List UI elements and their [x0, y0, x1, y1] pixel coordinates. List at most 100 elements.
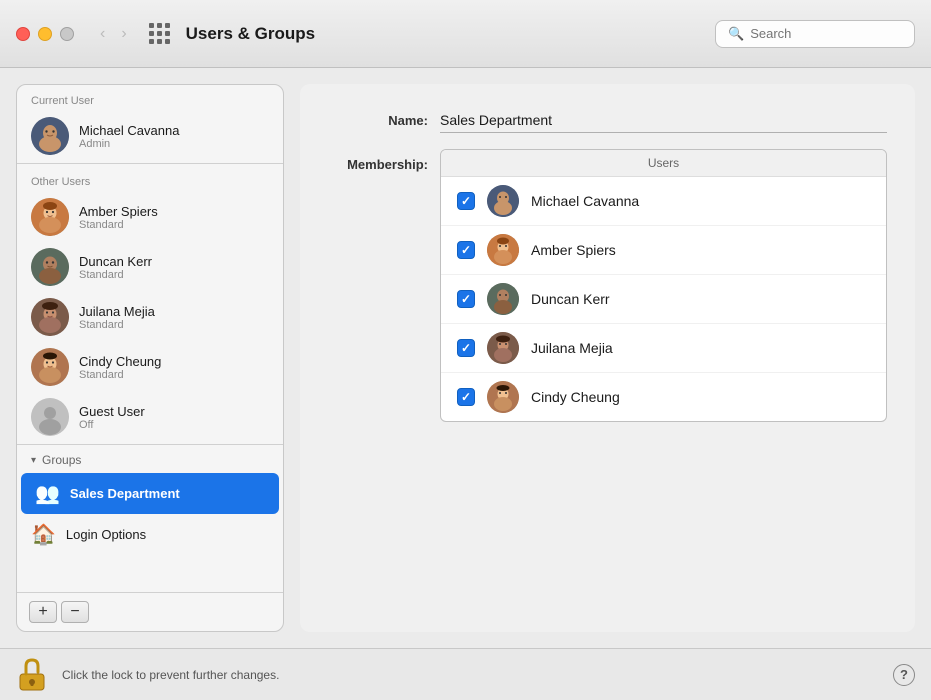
name-label: Name: [328, 113, 428, 128]
avatar-michael [31, 117, 69, 155]
member-checkbox-duncan[interactable]: ✓ [457, 290, 475, 308]
guest-name: Guest User [79, 404, 145, 419]
add-user-button[interactable]: + [29, 601, 57, 623]
login-house-icon: 🏠 [31, 522, 56, 547]
divider-2 [17, 444, 283, 445]
grid-dot [165, 31, 170, 36]
group-people-icon: 👥 [35, 481, 60, 506]
member-avatar-cindy [487, 381, 519, 413]
sidebar-item-sales-department[interactable]: 👥 Sales Department [21, 473, 279, 514]
amber-role: Standard [79, 219, 158, 231]
grid-dot [149, 23, 154, 28]
guest-role: Off [79, 419, 145, 431]
member-avatar-michael [487, 185, 519, 217]
avatar-duncan-svg [31, 248, 69, 286]
membership-table: Users ✓ Michae [440, 149, 887, 422]
duncan-info: Duncan Kerr Standard [79, 254, 152, 281]
close-button[interactable] [16, 27, 30, 41]
avatar-juilana [31, 298, 69, 336]
search-bar[interactable]: 🔍 [715, 20, 915, 48]
member-checkbox-michael[interactable]: ✓ [457, 192, 475, 210]
member-avatar-juilana [487, 332, 519, 364]
avatar-guest-svg [31, 398, 69, 436]
michael-name: Michael Cavanna [79, 123, 179, 138]
amber-name: Amber Spiers [79, 204, 158, 219]
sidebar-item-cindy[interactable]: Cindy Cheung Standard [17, 342, 283, 392]
juilana-info: Juilana Mejia Standard [79, 304, 155, 331]
titlebar: ‹ › Users & Groups 🔍 [0, 0, 931, 68]
member-row-amber: ✓ Amber Spiers [441, 226, 886, 275]
member-checkbox-cindy[interactable]: ✓ [457, 388, 475, 406]
lock-status-text: Click the lock to prevent further change… [62, 668, 879, 682]
back-button[interactable]: ‹ [94, 23, 111, 45]
cindy-info: Cindy Cheung Standard [79, 354, 161, 381]
member-row-cindy: ✓ Cindy Cheung [441, 373, 886, 421]
lock-icon-wrapper[interactable] [16, 656, 48, 694]
forward-button[interactable]: › [115, 23, 132, 45]
member-name-cindy: Cindy Cheung [531, 389, 620, 405]
zoom-button[interactable] [60, 27, 74, 41]
traffic-lights [16, 27, 74, 41]
sidebar-item-amber[interactable]: Amber Spiers Standard [17, 192, 283, 242]
member-row-duncan: ✓ Duncan Kerr [441, 275, 886, 324]
avatar-amber [31, 198, 69, 236]
member-checkbox-amber[interactable]: ✓ [457, 241, 475, 259]
amber-info: Amber Spiers Standard [79, 204, 158, 231]
groups-header[interactable]: ▾ Groups [17, 447, 283, 473]
member-checkbox-juilana[interactable]: ✓ [457, 339, 475, 357]
search-icon: 🔍 [728, 26, 744, 42]
help-button[interactable]: ? [893, 664, 915, 686]
sidebar-item-juilana[interactable]: Juilana Mejia Standard [17, 292, 283, 342]
michael-info: Michael Cavanna Admin [79, 123, 179, 150]
juilana-role: Standard [79, 319, 155, 331]
member-avatar-duncan [487, 283, 519, 315]
sidebar-item-michael[interactable]: Michael Cavanna Admin [17, 111, 283, 161]
member-name-michael: Michael Cavanna [531, 193, 639, 209]
sidebar-item-guest[interactable]: Guest User Off [17, 392, 283, 442]
minimize-button[interactable] [38, 27, 52, 41]
window-title: Users & Groups [186, 24, 715, 44]
bottom-bar: Click the lock to prevent further change… [0, 648, 931, 700]
avatar-cindy [31, 348, 69, 386]
member-row-michael: ✓ Michael Cavanna [441, 177, 886, 226]
other-users-label: Other Users [17, 166, 283, 192]
sidebar-item-login-options[interactable]: 🏠 Login Options [17, 514, 283, 555]
duncan-name: Duncan Kerr [79, 254, 152, 269]
grid-dot [165, 39, 170, 44]
avatar-michael-svg [31, 117, 69, 155]
sidebar: Current User Michael Cavanna Admin Other… [16, 84, 284, 632]
name-value: Sales Department [440, 108, 887, 133]
checkmark-juilana: ✓ [461, 341, 471, 355]
avatar-amber-svg [31, 198, 69, 236]
main-content: Current User Michael Cavanna Admin Other… [0, 68, 931, 648]
sidebar-item-duncan[interactable]: Duncan Kerr Standard [17, 242, 283, 292]
membership-row: Membership: Users ✓ [328, 149, 887, 422]
membership-label: Membership: [328, 149, 428, 172]
groups-chevron-icon: ▾ [31, 455, 36, 466]
sidebar-footer: + − [17, 592, 283, 631]
member-avatar-michael-svg [487, 185, 519, 217]
divider-1 [17, 163, 283, 164]
cindy-name: Cindy Cheung [79, 354, 161, 369]
lock-icon[interactable] [16, 656, 48, 694]
avatar-cindy-svg [31, 348, 69, 386]
nav-arrows: ‹ › [94, 23, 133, 45]
duncan-role: Standard [79, 269, 152, 281]
login-options-label: Login Options [66, 527, 146, 542]
michael-role: Admin [79, 138, 179, 150]
avatar-guest [31, 398, 69, 436]
current-user-label: Current User [17, 85, 283, 111]
member-avatar-duncan-svg [487, 283, 519, 315]
grid-dot [149, 39, 154, 44]
search-input[interactable] [750, 26, 902, 41]
member-avatar-amber [487, 234, 519, 266]
grid-dot [149, 31, 154, 36]
member-name-amber: Amber Spiers [531, 242, 616, 258]
grid-icon[interactable] [149, 23, 170, 44]
groups-label: Groups [42, 453, 81, 467]
member-name-juilana: Juilana Mejia [531, 340, 613, 356]
guest-info: Guest User Off [79, 404, 145, 431]
juilana-name: Juilana Mejia [79, 304, 155, 319]
checkmark-duncan: ✓ [461, 292, 471, 306]
remove-user-button[interactable]: − [61, 601, 89, 623]
